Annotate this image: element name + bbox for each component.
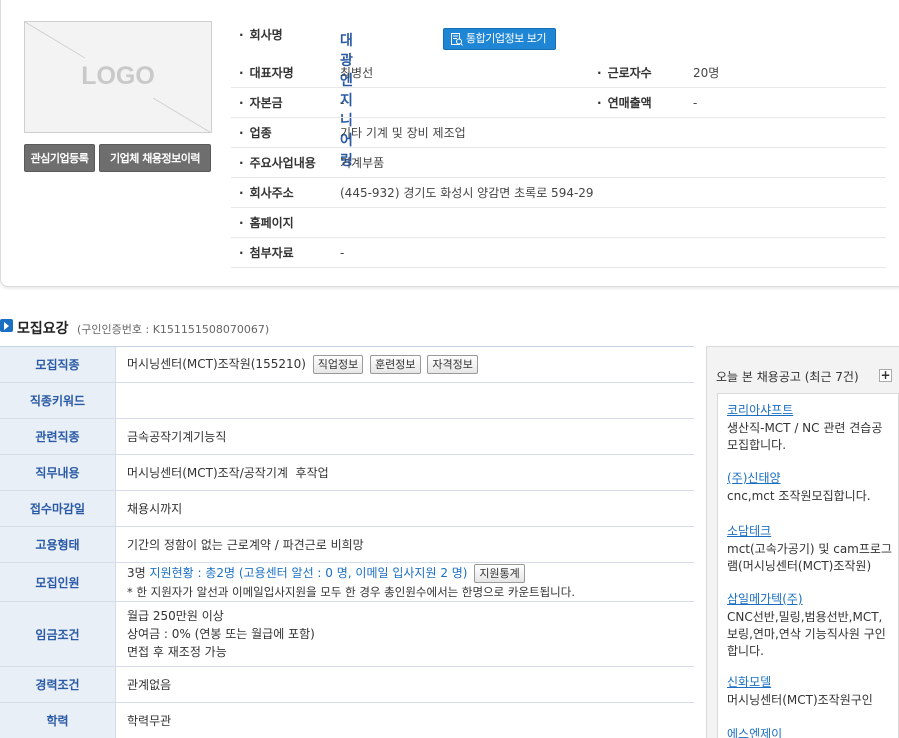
wage-header: 임금조건 [0, 602, 116, 666]
list-item: 소담테크 mct(고속가공기) 및 cam프로그램(머시닝센터(MCT)조작원) [727, 523, 893, 575]
job-value: 머시닝센터(MCT)조작원(155210) [127, 357, 306, 371]
job-info-button[interactable]: 직업정보 [312, 355, 364, 374]
application-stats-button[interactable]: 지원통계 [474, 563, 525, 583]
job-header: 모집직종 [0, 347, 116, 382]
table-row-duty: 직무내용 머시닝센터(MCT)조작/공작기계 후작업 [0, 455, 694, 491]
related-value: 금속공작기계기능직 [127, 429, 227, 444]
recruitment-table: 모집직종 머시닝센터(MCT)조작원(155210) 직업정보 훈련정보 자격정… [0, 346, 694, 738]
company-info-card: LOGO 관심기업등록 기업체 채용정보이력 회사명 대광엔지니어링 통합기업정… [0, 0, 899, 287]
industry-label: 업종 [239, 118, 272, 148]
section-arrow-icon [0, 319, 13, 332]
table-row-education: 학력 학력무관 [0, 703, 694, 738]
info-row-company-name: 회사명 [231, 22, 886, 52]
recent-job-company-link[interactable]: 소담테크 [727, 523, 893, 540]
recent-job-desc: cnc,mct 조작원모집합니다. [727, 489, 871, 503]
ceo-value: 최병선 [340, 66, 374, 80]
recent-job-company-link[interactable]: 코리아샤프트 [727, 402, 893, 419]
homepage-label: 홈페이지 [239, 208, 294, 238]
recent-job-desc: CNC선반,밀링,범용선반,MCT,보링,연마,연삭 기능직사원 구인합니다. [727, 610, 886, 658]
keyword-header: 직종키워드 [0, 383, 116, 418]
address-value: (445-932) 경기도 화성시 양감면 초록로 594-29 [340, 186, 594, 200]
duty-value: 머시닝센터(MCT)조작/공작기계 후작업 [127, 465, 329, 480]
list-item: 에스엔제이 [727, 726, 893, 738]
table-row-related: 관련직종 금속공작기계기능직 [0, 419, 694, 455]
job-cell: 머시닝센터(MCT)조작원(155210) 직업정보 훈련정보 자격정보 [127, 347, 478, 382]
table-row-wage: 임금조건 월급 250만원 이상 상여금 : 0% (연봉 또는 월급에 포함)… [0, 602, 694, 667]
info-row-attachment: 첨부자료 - [231, 238, 886, 268]
table-row-headcount: 모집인원 3명 지원현황 : 총2명 (고용센터 알선 : 0 명, 이메일 입… [0, 563, 694, 602]
favorite-company-button[interactable]: 관심기업등록 [24, 144, 95, 172]
duty-header: 직무내용 [0, 455, 116, 490]
education-value: 학력무관 [127, 713, 172, 728]
table-row-employment-type: 고용형태 기간의 정함이 없는 근로계약 / 파견근로 비희망 [0, 527, 694, 563]
sales-value: - [693, 96, 698, 110]
wage-bonus: 상여금 : 0% (연봉 또는 월급에 포함) [127, 627, 315, 641]
deadline-value: 채용시까지 [127, 501, 183, 516]
expand-plus-icon[interactable]: + [879, 369, 892, 382]
recent-job-company-link[interactable]: (주)신태양 [727, 470, 893, 487]
business-label: 주요사업내용 [239, 148, 316, 178]
employees-value: 20명 [693, 66, 720, 80]
recent-job-desc: 머시닝센터(MCT)조작원구인 [727, 693, 873, 707]
table-row-keyword: 직종키워드 [0, 383, 694, 419]
career-value: 관계없음 [127, 677, 172, 692]
headcount-header: 모집인원 [0, 563, 116, 601]
recent-jobs-list: 코리아샤프트 생산직-MCT / NC 관련 견습공 모집합니다. (주)신태양… [717, 393, 899, 738]
list-item: 코리아샤프트 생산직-MCT / NC 관련 견습공 모집합니다. [727, 402, 893, 454]
info-row-ceo: 대표자명 최병선 근로자수 20명 [231, 58, 886, 88]
info-row-business: 주요사업내용 기계부품 [231, 148, 886, 178]
education-header: 학력 [0, 703, 116, 738]
info-row-address: 회사주소 (445-932) 경기도 화성시 양감면 초록로 594-29 [231, 178, 886, 208]
wage-cell: 월급 250만원 이상 상여금 : 0% (연봉 또는 월급에 포함) 면접 후… [127, 602, 315, 666]
list-item: 삼일메가텍(주) CNC선반,밀링,범용선반,MCT,보링,연마,연삭 기능직사… [727, 591, 893, 660]
industry-value: 기타 기계 및 장비 제조업 [340, 126, 466, 140]
application-status: 지원현황 : 총2명 (고용센터 알선 : 0 명, 이메일 입사지원 2 명) [149, 565, 468, 580]
recent-jobs-panel: 오늘 본 채용공고 (최근 7건) + 코리아샤프트 생산직-MCT / NC … [706, 346, 899, 738]
deadline-header: 접수마감일 [0, 491, 116, 526]
list-item: (주)신태양 cnc,mct 조작원모집합니다. [727, 470, 893, 505]
recent-job-company-link[interactable]: 삼일메가텍(주) [727, 591, 893, 608]
document-search-icon [451, 33, 463, 46]
employment-type-header: 고용형태 [0, 527, 116, 562]
info-row-industry: 업종 기타 기계 및 장비 제조업 [231, 118, 886, 148]
sales-label: 연매출액 [597, 88, 652, 118]
training-info-button[interactable]: 훈련정보 [370, 355, 421, 374]
recent-job-company-link[interactable]: 신화모델 [727, 674, 893, 691]
table-row-deadline: 접수마감일 채용시까지 [0, 491, 694, 527]
section-title: 모집요강 [17, 321, 69, 337]
logo-text: LOGO [81, 62, 155, 90]
company-logo-placeholder: LOGO [24, 21, 212, 133]
attachment-value: - [340, 246, 345, 260]
related-header: 관련직종 [0, 419, 116, 454]
headcount-cell: 3명 지원현황 : 총2명 (고용센터 알선 : 0 명, 이메일 입사지원 2… [127, 563, 575, 601]
recent-jobs-title: 오늘 본 채용공고 (최근 7건) [716, 370, 859, 384]
capital-value: - [340, 96, 345, 110]
ceo-label: 대표자명 [239, 58, 294, 88]
integrated-company-info-button[interactable]: 통합기업정보 보기 [443, 28, 556, 50]
address-label: 회사주소 [239, 178, 294, 208]
capital-label: 자본금 [239, 88, 283, 118]
section-certification-number: (구인인증번호 : K151151508070067) [77, 323, 270, 336]
integrated-button-label: 통합기업정보 보기 [466, 32, 546, 45]
license-info-button[interactable]: 자격정보 [427, 355, 478, 374]
info-row-capital: 자본금 - 연매출액 - [231, 88, 886, 118]
headcount-note: * 한 지원자가 알선과 이메일입사지원을 모두 한 경우 총인원수에서는 한명… [127, 584, 575, 599]
recent-job-company-link[interactable]: 에스엔제이 [727, 726, 893, 738]
employees-label: 근로자수 [597, 58, 652, 88]
company-history-button[interactable]: 기업체 채용정보이력 [99, 144, 211, 172]
wage-monthly: 월급 250만원 이상 [127, 609, 224, 623]
headcount-number: 3명 [127, 565, 146, 580]
info-row-homepage: 홈페이지 [231, 208, 886, 238]
recent-job-desc: mct(고속가공기) 및 cam프로그램(머시닝센터(MCT)조작원) [727, 542, 892, 573]
attachment-label: 첨부자료 [239, 238, 294, 268]
wage-note: 면접 후 재조정 가능 [127, 645, 227, 659]
table-row-job: 모집직종 머시닝센터(MCT)조작원(155210) 직업정보 훈련정보 자격정… [0, 347, 694, 383]
table-row-career: 경력조건 관계없음 [0, 667, 694, 703]
business-value: 기계부품 [340, 156, 385, 170]
career-header: 경력조건 [0, 667, 116, 702]
employment-type-value: 기간의 정함이 없는 근로계약 / 파견근로 비희망 [127, 537, 364, 552]
company-name-label: 회사명 [239, 20, 283, 50]
list-item: 신화모델 머시닝센터(MCT)조작원구인 [727, 674, 893, 709]
recent-job-desc: 생산직-MCT / NC 관련 견습공 모집합니다. [727, 421, 883, 452]
